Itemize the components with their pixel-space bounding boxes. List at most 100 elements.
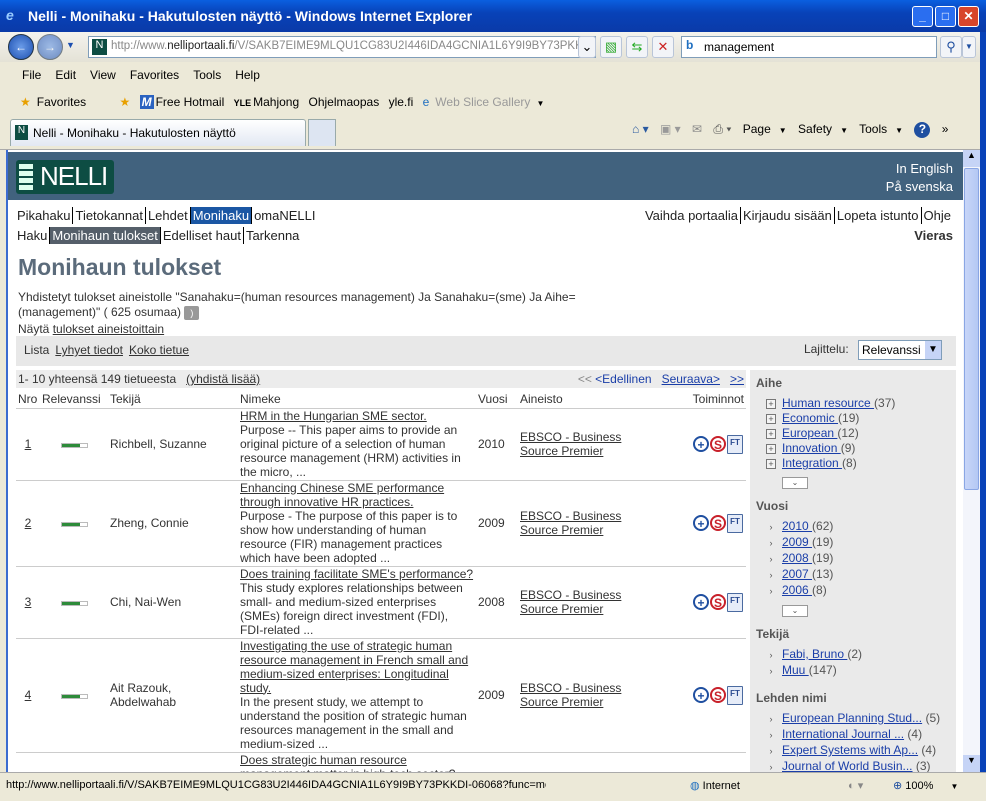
address-dropdown-button[interactable]: ⌄ (578, 36, 596, 58)
show-more-button[interactable]: ⌄ (782, 477, 808, 489)
maximize-button[interactable]: □ (935, 6, 956, 27)
menu-favorites[interactable]: Favorites (130, 68, 179, 82)
source-link[interactable]: EBSCO - Business Source Premier (520, 588, 621, 616)
nav-tietokannat[interactable]: Tietokannat (73, 207, 146, 224)
expand-plus-icon[interactable]: + (766, 399, 776, 409)
expand-plus-icon[interactable]: + (766, 444, 776, 454)
expand-plus-icon[interactable]: + (766, 429, 776, 439)
record-number-link[interactable]: 3 (25, 595, 32, 609)
show-more-button[interactable]: ⌄ (782, 605, 808, 617)
tools-menu[interactable]: Tools (859, 122, 887, 136)
title-link[interactable]: Does strategic human resource management… (240, 753, 459, 773)
facet-link[interactable]: Fabi, Bruno (782, 647, 847, 661)
nav-lehdet[interactable]: Lehdet (145, 207, 191, 224)
scrollbar-thumb[interactable] (964, 168, 979, 490)
view-lista[interactable]: Lista (24, 343, 49, 357)
fav-link-web-slice-gallery[interactable]: Web Slice Gallery (435, 95, 530, 109)
sfx-link-icon[interactable]: S (710, 436, 726, 452)
feeds-icon[interactable]: ▣ ▾ (660, 122, 681, 136)
nav-pikahaku[interactable]: Pikahaku (15, 207, 74, 224)
record-number-link[interactable]: 2 (25, 516, 32, 530)
full-text-icon[interactable]: FT (727, 434, 743, 454)
sort-select[interactable]: Relevanssi ▼ (858, 340, 942, 360)
scroll-up-arrow[interactable]: ▲ (963, 150, 980, 167)
forward-button[interactable]: → (37, 34, 63, 60)
history-dropdown-icon[interactable]: ▼ (66, 40, 75, 50)
sfx-link-icon[interactable]: S (710, 687, 726, 703)
rss-icon[interactable]: ) (184, 305, 200, 320)
view-koko-tietue[interactable]: Koko tietue (129, 343, 189, 357)
protected-mode-icon[interactable]: ◐ ▾ (848, 779, 863, 792)
facet-link[interactable]: Human resource (782, 396, 874, 410)
browser-tab[interactable]: N Nelli - Monihaku - Hakutulosten näyttö (10, 119, 306, 146)
zoom-control[interactable]: ⊕ 100% ▼ (893, 779, 958, 792)
facet-link[interactable]: 2008 (782, 551, 812, 565)
nav-omanelli[interactable]: omaNELLI (252, 207, 317, 224)
full-text-icon[interactable]: FT (727, 513, 743, 533)
minimize-button[interactable]: _ (912, 6, 933, 27)
facet-link[interactable]: 2009 (782, 535, 812, 549)
menu-tools[interactable]: Tools (193, 68, 221, 82)
pager-next[interactable]: Seuraava> (662, 372, 720, 386)
record-number-link[interactable]: 1 (25, 437, 32, 451)
print-icon[interactable]: ⎙ ▾ (713, 122, 731, 136)
nav-edelliset-haut[interactable]: Edelliset haut (160, 227, 244, 244)
facet-link[interactable]: 2007 (782, 567, 812, 581)
nav-lopeta-istunto[interactable]: Lopeta istunto (834, 207, 922, 224)
full-text-icon[interactable]: FT (727, 685, 743, 705)
source-link[interactable]: EBSCO - Business Source Premier (520, 509, 621, 537)
compatibility-view-icon[interactable]: ▧ (600, 36, 622, 58)
menu-edit[interactable]: Edit (55, 68, 76, 82)
pager-last[interactable]: >> (730, 372, 744, 386)
nav-monihaku[interactable]: Monihaku (190, 207, 253, 224)
add-favorite-icon[interactable]: ★ (119, 95, 130, 109)
search-options-icon[interactable]: ▼ (962, 36, 976, 58)
source-link[interactable]: EBSCO - Business Source Premier (520, 681, 621, 709)
facet-link[interactable]: Innovation (782, 441, 841, 455)
back-button[interactable]: ← (8, 34, 34, 60)
facet-link[interactable]: 2010 (782, 519, 812, 533)
nav-monihaun-tulokset[interactable]: Monihaun tulokset (50, 227, 161, 244)
add-to-basket-icon[interactable]: + (693, 594, 709, 610)
address-input[interactable]: Nhttp://www.nelliportaali.fi/V/SAKB7EIME… (88, 36, 596, 58)
fav-link-ohjelmaopas[interactable]: Ohjelmaopas (309, 95, 380, 109)
nav-ohje[interactable]: Ohje (922, 207, 953, 224)
more-chevron-icon[interactable]: » (942, 122, 949, 136)
refresh-icon[interactable]: ⇆ (626, 36, 648, 58)
close-button[interactable]: ✕ (958, 6, 979, 27)
add-to-basket-icon[interactable]: + (693, 436, 709, 452)
mail-icon[interactable]: ✉ (692, 122, 702, 136)
help-icon[interactable]: ? (914, 122, 931, 138)
chevron-down-icon[interactable]: ▼ (536, 99, 544, 108)
title-link[interactable]: Does training facilitate SME's performan… (240, 567, 473, 581)
fav-link-yle[interactable]: yle.fi (389, 95, 414, 109)
full-text-icon[interactable]: FT (727, 592, 743, 612)
view-lyhyet-tiedot[interactable]: Lyhyet tiedot (55, 343, 123, 357)
results-by-source-link[interactable]: tulokset aineistoittain (53, 322, 164, 336)
page-menu[interactable]: Page (743, 122, 771, 136)
facet-link[interactable]: European Planning Stud... (782, 711, 922, 725)
new-tab-button[interactable] (308, 119, 336, 146)
search-input[interactable]: b management (681, 36, 937, 58)
nelli-logo[interactable]: NELLI (16, 160, 114, 194)
menu-file[interactable]: File (22, 68, 41, 82)
sfx-link-icon[interactable]: S (710, 515, 726, 531)
link-in-english[interactable]: In English (886, 160, 953, 178)
fav-link-hotmail[interactable]: Free Hotmail (156, 95, 225, 109)
pager-prev[interactable]: <Edellinen (595, 372, 651, 386)
record-number-link[interactable]: 4 (25, 688, 32, 702)
source-link[interactable]: EBSCO - Business Source Premier (520, 430, 621, 458)
add-to-basket-icon[interactable]: + (693, 687, 709, 703)
facet-link[interactable]: Muu (782, 663, 809, 677)
title-link[interactable]: Investigating the use of strategic human… (240, 639, 468, 695)
facet-link[interactable]: Integration (782, 456, 842, 470)
sfx-link-icon[interactable]: S (710, 594, 726, 610)
nav-haku[interactable]: Haku (15, 227, 51, 244)
title-link[interactable]: Enhancing Chinese SME performance throug… (240, 481, 444, 509)
link-pa-svenska[interactable]: På svenska (886, 178, 953, 196)
favorites-button[interactable]: Favorites (37, 95, 86, 109)
title-link[interactable]: HRM in the Hungarian SME sector. (240, 409, 427, 423)
menu-view[interactable]: View (90, 68, 116, 82)
home-icon[interactable]: ⌂ ▾ (632, 122, 649, 136)
nav-tarkenna[interactable]: Tarkenna (244, 227, 301, 244)
